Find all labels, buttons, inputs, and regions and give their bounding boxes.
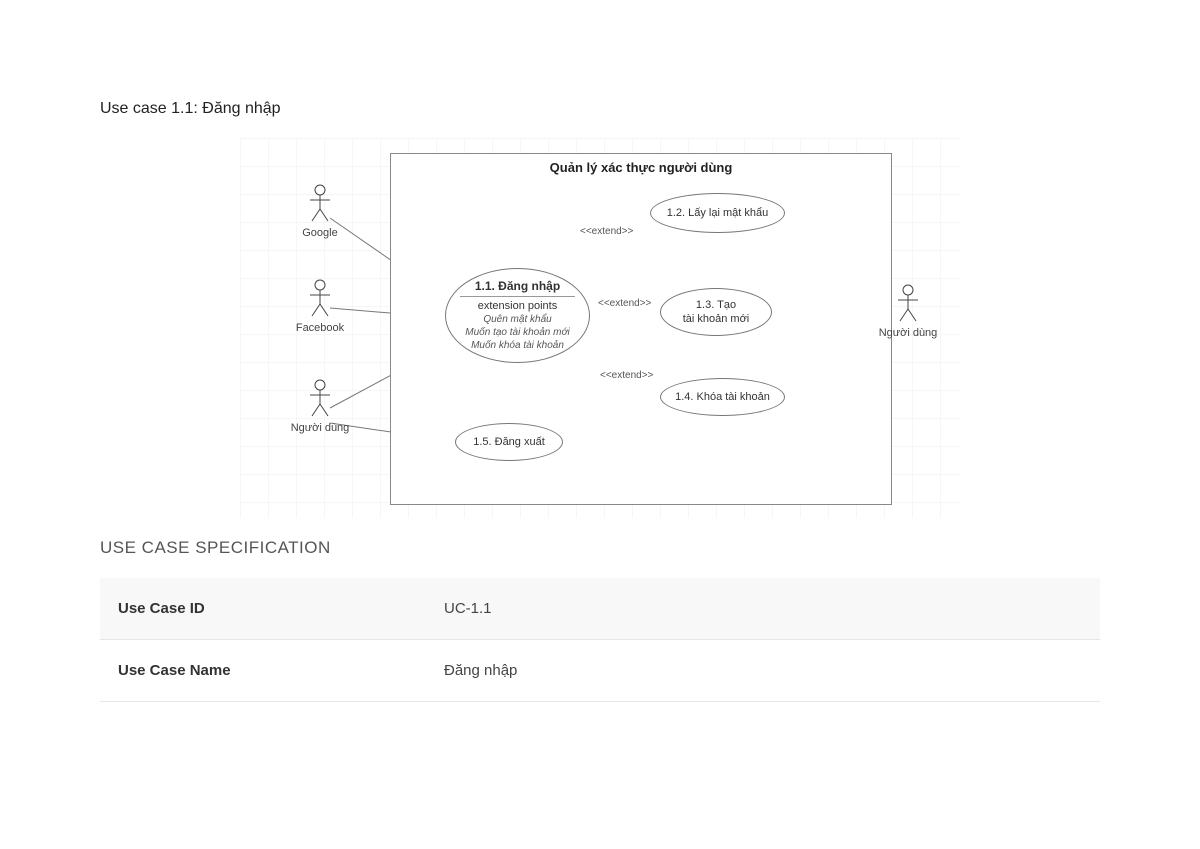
actor-label: Facebook	[296, 322, 344, 334]
system-title: Quản lý xác thực người dùng	[391, 154, 891, 181]
use-case-1-3: 1.3. Tạo tài khoản mới	[660, 288, 772, 336]
table-row: Use Case Name Đăng nhập	[100, 640, 1100, 702]
use-case-diagram: Quản lý xác thực người dùng Google Faceb…	[240, 138, 960, 518]
spec-value: UC-1.1	[426, 578, 1100, 640]
uc-label: 1.3. Tạo	[696, 298, 736, 312]
spec-key: Use Case ID	[100, 578, 426, 640]
use-case-1-2: 1.2. Lấy lại mật khẩu	[650, 193, 785, 233]
uc-label: 1.5. Đăng xuất	[473, 435, 545, 449]
extension-point: Quên mật khẩu	[483, 313, 551, 326]
extension-point: Muốn khóa tài khoản	[471, 339, 564, 352]
spec-table: Use Case ID UC-1.1 Use Case Name Đăng nh…	[100, 578, 1100, 702]
use-case-1-4: 1.4. Khóa tài khoản	[660, 378, 785, 416]
uc-label: tài khoản mới	[683, 312, 750, 326]
spec-heading: USE CASE SPECIFICATION	[100, 538, 1100, 558]
table-row: Use Case ID UC-1.1	[100, 578, 1100, 640]
actor-label: Người dùng	[879, 327, 938, 339]
actor-label: Người dùng	[291, 422, 350, 434]
actor-user-right: Người dùng	[868, 283, 948, 339]
uc-label: 1.2. Lấy lại mật khẩu	[667, 206, 769, 220]
extension-point: Muốn tạo tài khoản mới	[465, 326, 569, 339]
uc-label: 1.4. Khóa tài khoản	[675, 390, 770, 404]
actor-user-left: Người dùng	[282, 378, 358, 434]
uc-title: 1.1. Đăng nhập	[475, 279, 560, 295]
extension-points-label: extension points	[460, 296, 574, 313]
extend-label: <<extend>>	[580, 226, 633, 237]
use-case-1-5: 1.5. Đăng xuất	[455, 423, 563, 461]
page-title: Use case 1.1: Đăng nhập	[100, 100, 1100, 118]
actor-facebook: Facebook	[290, 278, 350, 334]
extend-label: <<extend>>	[598, 298, 651, 309]
extend-label: <<extend>>	[600, 370, 653, 381]
use-case-1-1: 1.1. Đăng nhập extension points Quên mật…	[445, 268, 590, 363]
actor-label: Google	[302, 227, 337, 239]
spec-key: Use Case Name	[100, 640, 426, 702]
actor-google: Google	[290, 183, 350, 239]
spec-value: Đăng nhập	[426, 640, 1100, 702]
